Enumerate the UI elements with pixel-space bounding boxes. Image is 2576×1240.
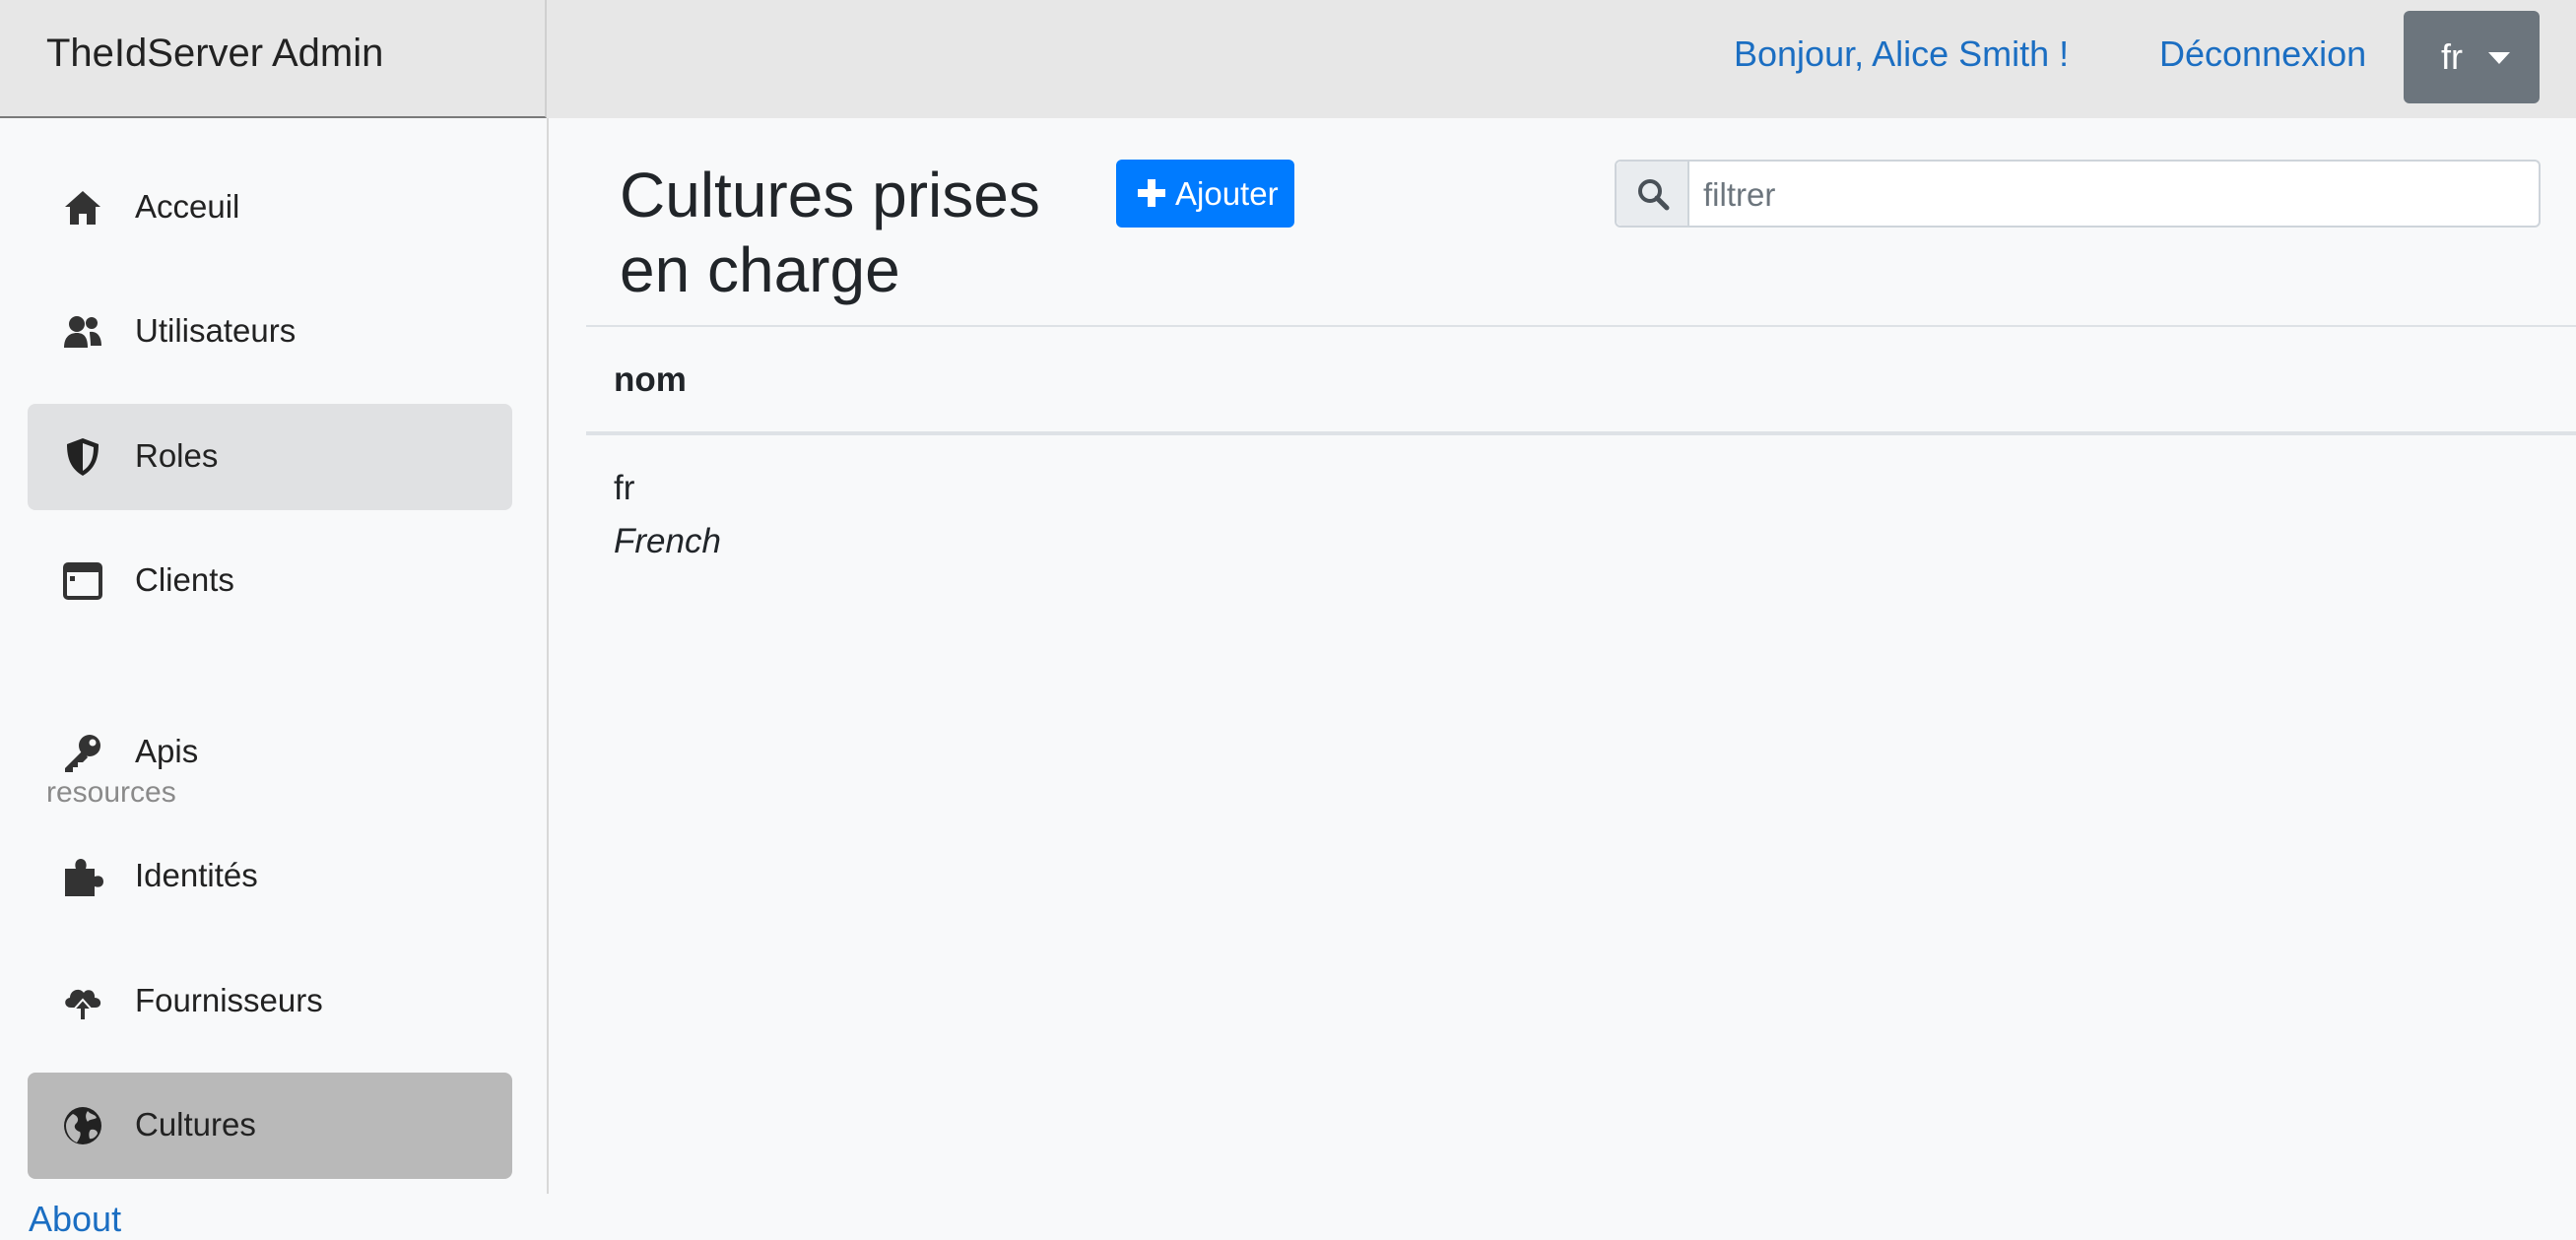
key-icon bbox=[61, 731, 104, 774]
sidebar-item-apis[interactable]: Apis bbox=[28, 699, 512, 806]
sidebar-item-roles[interactable]: Roles bbox=[28, 404, 512, 510]
sidebar-item-home[interactable]: Acceuil bbox=[28, 155, 512, 261]
language-value: fr bbox=[2441, 36, 2463, 77]
sidebar-item-label: Utilisateurs bbox=[135, 312, 297, 349]
sidebar-item-label: Cultures bbox=[135, 1106, 256, 1142]
brand-area: TheIdServer Admin bbox=[0, 0, 547, 118]
search-input[interactable] bbox=[1689, 162, 2552, 228]
search-icon bbox=[1638, 179, 1670, 211]
sidebar-item-identities[interactable]: Identités bbox=[28, 823, 512, 930]
column-header-nom[interactable]: nom bbox=[614, 360, 687, 400]
sidebar-item-providers[interactable]: Fournisseurs bbox=[28, 948, 512, 1055]
puzzle-icon bbox=[61, 855, 104, 898]
brand-title[interactable]: TheIdServer Admin bbox=[46, 32, 383, 76]
sidebar-item-label: Roles bbox=[135, 437, 219, 474]
sidebar-item-label: Identités bbox=[135, 857, 258, 893]
users-icon bbox=[61, 310, 104, 354]
add-button-label: Ajouter bbox=[1175, 175, 1279, 212]
search-box bbox=[1615, 160, 2552, 228]
language-dropdown[interactable]: fr bbox=[2404, 11, 2540, 103]
user-greeting-link[interactable]: Bonjour, Alice Smith ! bbox=[1734, 33, 2069, 75]
home-icon bbox=[61, 186, 104, 229]
table-header: nom bbox=[586, 325, 2576, 435]
table-row-name: French bbox=[614, 522, 721, 560]
search-addon bbox=[1617, 162, 1689, 226]
sidebar: Acceuil Utilisateurs Roles Clients resou… bbox=[0, 118, 549, 1194]
sidebar-item-users[interactable]: Utilisateurs bbox=[28, 279, 512, 385]
top-bar: TheIdServer Admin Bonjour, Alice Smith !… bbox=[0, 0, 2576, 118]
sidebar-item-label: Fournisseurs bbox=[135, 982, 323, 1018]
shield-icon bbox=[61, 435, 104, 479]
sidebar-item-label: Acceuil bbox=[135, 188, 240, 225]
plus-icon bbox=[1138, 179, 1165, 207]
window-icon bbox=[61, 559, 104, 603]
sidebar-item-label: Apis bbox=[135, 733, 199, 769]
chevron-down-icon bbox=[2488, 52, 2510, 64]
cloud-upload-icon bbox=[61, 980, 104, 1023]
globe-icon bbox=[61, 1104, 104, 1147]
sidebar-item-label: Clients bbox=[135, 561, 234, 598]
sidebar-item-clients[interactable]: Clients bbox=[28, 528, 512, 634]
sidebar-item-cultures[interactable]: Cultures bbox=[28, 1073, 512, 1179]
table-row-code[interactable]: fr bbox=[614, 469, 634, 508]
add-button[interactable]: Ajouter bbox=[1116, 160, 1294, 228]
page-title: Cultures prises en charge bbox=[620, 160, 1040, 305]
about-link[interactable]: About bbox=[29, 1199, 121, 1240]
logout-link[interactable]: Déconnexion bbox=[2159, 33, 2366, 75]
